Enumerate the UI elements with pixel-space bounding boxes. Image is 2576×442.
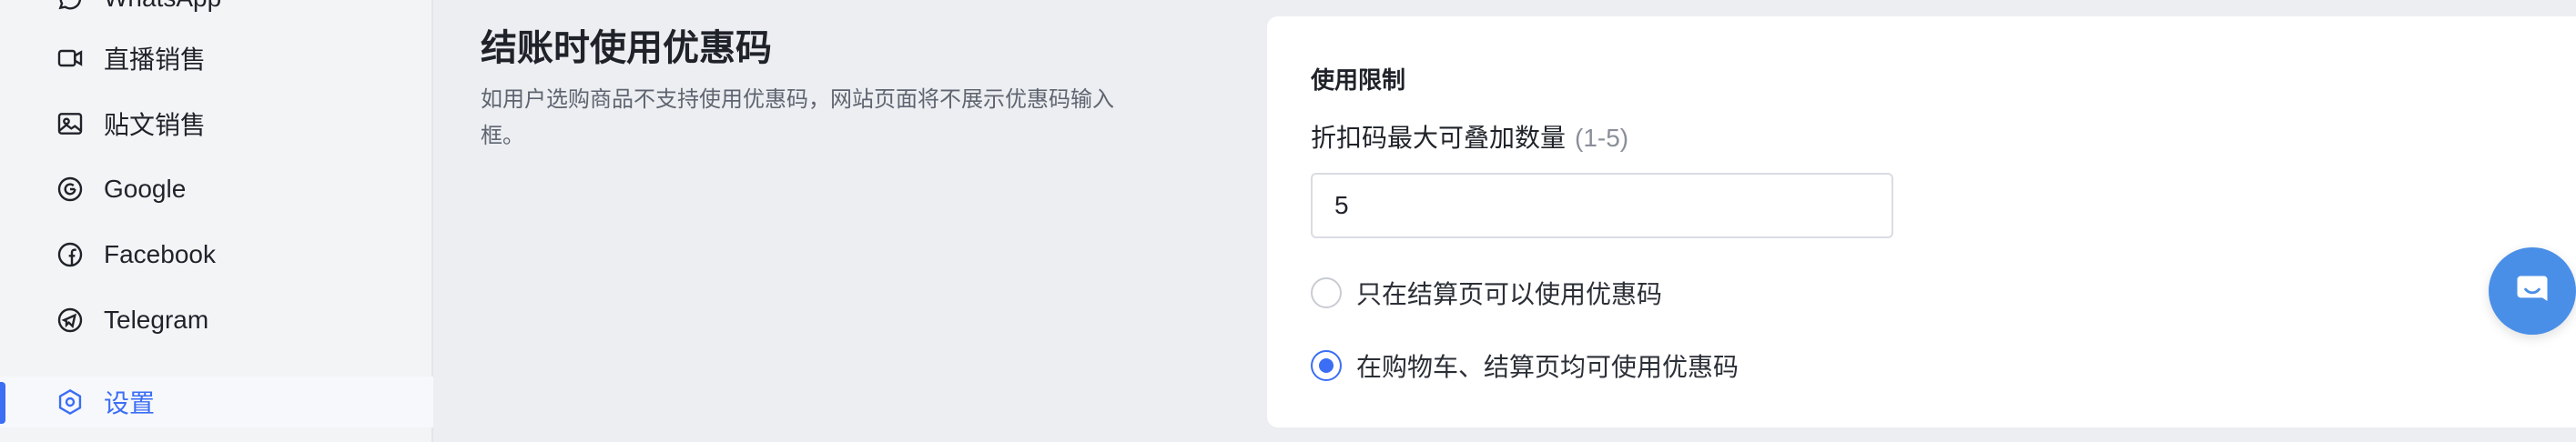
sidebar-item-facebook[interactable]: Facebook: [0, 229, 433, 280]
radio-unchecked[interactable]: [1311, 277, 1342, 308]
sidebar-item-google[interactable]: Google: [0, 164, 433, 215]
chat-bubble-icon: [2512, 271, 2552, 311]
sidebar-item-label: 设置: [104, 389, 156, 417]
radio-checked[interactable]: [1311, 350, 1342, 381]
sidebar-item-settings[interactable]: 设置: [0, 377, 433, 427]
sidebar-item-post-sales[interactable]: 贴文销售: [0, 98, 433, 149]
option-label: 只在结算页可以使用优惠码: [1356, 280, 1663, 308]
section-title: 结账时使用优惠码: [481, 28, 772, 68]
sidebar-item-label: Telegram: [104, 306, 209, 334]
card-title: 使用限制: [1311, 66, 1406, 94]
sidebar-item-label: Google: [104, 175, 187, 203]
option-checkout-only[interactable]: 只在结算页可以使用优惠码: [1311, 275, 1662, 311]
option-label: 在购物车、结算页均可使用优惠码: [1356, 353, 1739, 381]
facebook-icon: [55, 239, 86, 270]
stack-limit-label-text: 折扣码最大可叠加数量: [1311, 124, 1567, 152]
usage-limits-card: 使用限制 折扣码最大可叠加数量 (1-5) 5 只在结算页可以使用优惠码 在购物车…: [1267, 16, 2576, 427]
stack-limit-input[interactable]: 5: [1311, 173, 1893, 238]
sidebar-item-live-sales[interactable]: 直播销售: [0, 33, 433, 84]
settings-hex-icon: [55, 387, 86, 417]
chat-support-button[interactable]: [2489, 247, 2576, 335]
stack-limit-hint: (1-5): [1575, 124, 1629, 152]
section-description: 如用户选购商品不支持使用优惠码，网站页面将不展示优惠码输入框。: [481, 87, 1114, 148]
sidebar-item-label: Facebook: [104, 240, 216, 268]
whatsapp-icon: [55, 0, 86, 14]
active-indicator: [0, 382, 5, 424]
image-post-icon: [55, 108, 86, 139]
video-camera-icon: [55, 43, 86, 74]
sidebar-item-telegram[interactable]: Telegram: [0, 295, 433, 346]
sidebar-item-label: 贴文销售: [104, 111, 207, 139]
sidebar-item-label: 直播销售: [104, 45, 207, 74]
sidebar-item-whatsapp[interactable]: WhatsApp: [0, 0, 433, 24]
sidebar-item-label: WhatsApp: [104, 0, 221, 13]
sidebar: WhatsApp 直播销售 贴文销售 Google Facebook Teleg…: [0, 0, 433, 442]
telegram-icon: [55, 305, 86, 336]
google-icon: [55, 174, 86, 205]
stack-limit-label: 折扣码最大可叠加数量 (1-5): [1311, 118, 1628, 155]
option-cart-and-checkout[interactable]: 在购物车、结算页均可使用优惠码: [1311, 347, 1739, 384]
stack-limit-value: 5: [1334, 191, 1349, 219]
